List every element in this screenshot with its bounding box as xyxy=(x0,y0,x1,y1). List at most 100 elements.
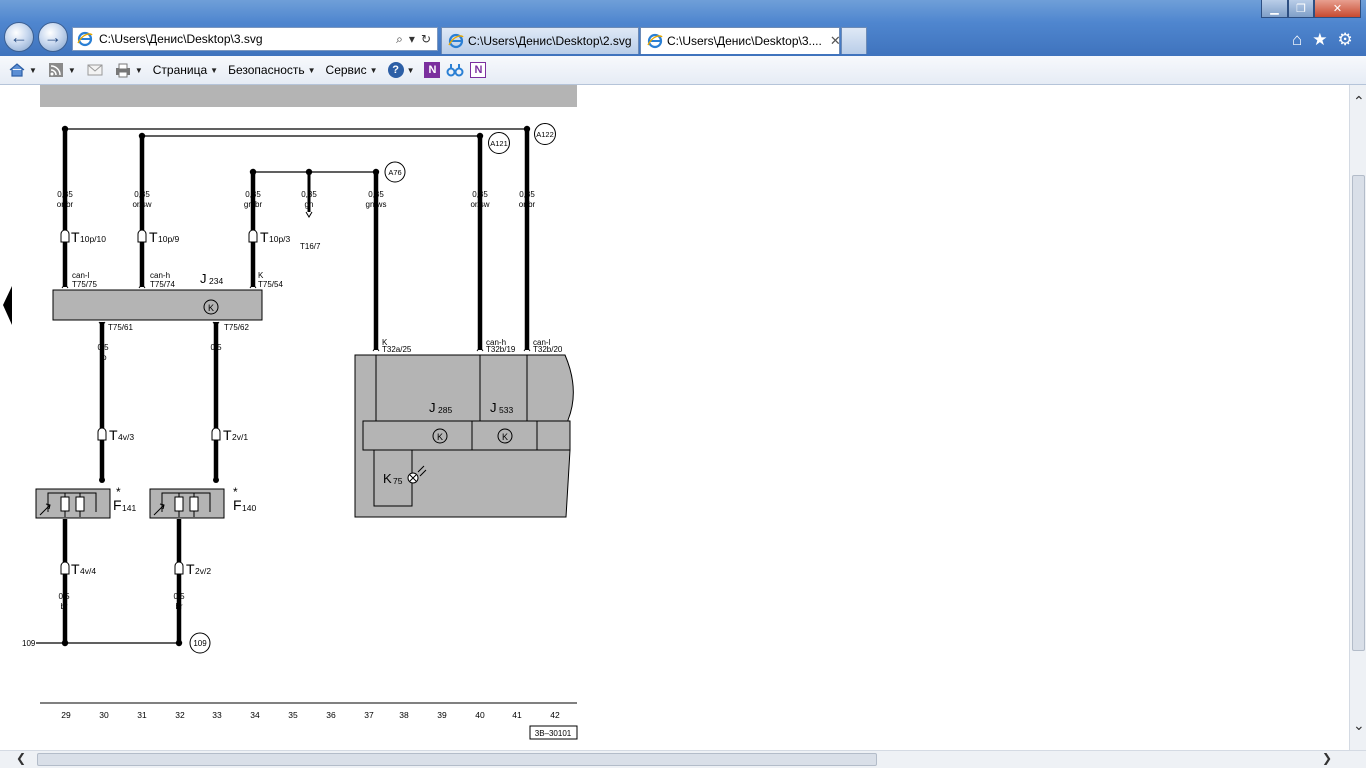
dropdown-icon: ▼ xyxy=(307,65,316,75)
ref-label: 109 xyxy=(193,639,207,648)
ie-icon xyxy=(448,33,464,49)
tab-2-svg[interactable]: C:\Users\Денис\Desktop\2.svg xyxy=(441,27,639,54)
onenote-button[interactable]: N xyxy=(424,62,441,78)
svg-text:3B–30101: 3B–30101 xyxy=(535,729,572,738)
forward-button[interactable]: → xyxy=(38,22,68,52)
wire-color: li xyxy=(214,353,218,362)
diagram-top-bar xyxy=(40,85,577,107)
help-menu[interactable]: ? ▼ xyxy=(387,62,415,78)
close-icon: ✕ xyxy=(1332,3,1343,15)
onenote-send-button[interactable]: N xyxy=(470,62,487,78)
connector-t: T xyxy=(260,229,269,245)
scroll-up-icon[interactable]: ⌃ xyxy=(1353,93,1365,110)
connector-t: T xyxy=(71,229,80,245)
svg-text:39: 39 xyxy=(437,710,447,720)
svg-text:31: 31 xyxy=(137,710,147,720)
wire-color: ro xyxy=(99,353,107,362)
svg-text:75: 75 xyxy=(393,476,403,486)
refresh-icon[interactable]: ↻ xyxy=(421,32,431,47)
t16-label: T16/7 xyxy=(300,242,321,251)
svg-text:T75/61: T75/61 xyxy=(108,323,133,332)
k-symbol: K xyxy=(437,432,443,442)
dropdown-icon: ▼ xyxy=(406,65,415,75)
mail-menu[interactable] xyxy=(86,61,104,79)
ie-icon xyxy=(77,31,93,47)
wire-size: 0,5 xyxy=(210,343,222,352)
wire-size: 0,35 xyxy=(301,190,317,199)
wire-size: 0,35 xyxy=(368,190,384,199)
svg-text:J: J xyxy=(200,271,207,286)
dropdown-icon[interactable]: ▾ xyxy=(409,32,415,47)
safety-menu[interactable]: Безопасность ▼ xyxy=(228,63,315,77)
onenote-icon: N xyxy=(424,62,441,78)
wire-color: or/br xyxy=(519,200,536,209)
gear-icon[interactable]: ⚙ xyxy=(1338,30,1353,50)
minimize-button[interactable]: ▁ xyxy=(1261,0,1288,18)
home-icon[interactable]: ⌂ xyxy=(1292,30,1302,50)
k-symbol: K xyxy=(502,432,508,442)
horizontal-scrollbar[interactable]: ❮ ❯ xyxy=(0,750,1366,768)
address-bar[interactable]: C:\Users\Денис\Desktop\3.svg ⌕ ▾ ↻ xyxy=(72,27,438,51)
svg-text:T32a/25: T32a/25 xyxy=(382,345,412,354)
scroll-left-icon[interactable]: ❮ xyxy=(16,751,26,765)
safety-menu-label: Безопасность xyxy=(228,63,305,77)
svg-text:T32b/20: T32b/20 xyxy=(533,345,563,354)
research-button[interactable] xyxy=(446,61,464,79)
vertical-scroll-thumb[interactable] xyxy=(1352,175,1365,651)
page-menu[interactable]: Страница ▼ xyxy=(153,63,218,77)
address-text[interactable]: C:\Users\Денис\Desktop\3.svg xyxy=(99,32,396,46)
dropdown-icon: ▼ xyxy=(29,65,37,75)
horizontal-scroll-thumb[interactable] xyxy=(37,753,877,766)
wire-size: 0,35 xyxy=(472,190,488,199)
binoculars-icon xyxy=(446,64,464,77)
back-button[interactable]: ← xyxy=(4,22,34,52)
dropdown-icon: ▼ xyxy=(210,65,219,75)
vertical-scrollbar[interactable]: ⌃ ⌄ xyxy=(1349,85,1366,750)
ie-icon xyxy=(647,33,663,49)
favorites-star-icon[interactable]: ★ xyxy=(1312,30,1327,50)
scroll-right-icon[interactable]: ❯ xyxy=(1322,751,1332,765)
tab-3-svg[interactable]: C:\Users\Денис\Desktop\3.... ✕ xyxy=(640,27,840,54)
tab-label: C:\Users\Денис\Desktop\3.... xyxy=(667,34,822,48)
service-menu[interactable]: Сервис ▼ xyxy=(326,63,378,77)
connector-t: T xyxy=(186,561,195,577)
connector-labels: T 10p/10 T 10p/9 T 10p/3 T 4v/3 T 2v/1 T… xyxy=(71,229,321,577)
wire-color: or/br xyxy=(57,200,74,209)
ref-label: A76 xyxy=(388,168,401,177)
svg-text:36: 36 xyxy=(326,710,336,720)
wire-color: gn/ws xyxy=(366,200,387,209)
k-symbol: K xyxy=(208,303,214,313)
maximize-button[interactable]: ❐ xyxy=(1288,0,1314,18)
sensor-f141: F 141 * xyxy=(35,485,136,519)
scroll-down-icon[interactable]: ⌄ xyxy=(1353,717,1365,734)
svg-text:41: 41 xyxy=(512,710,522,720)
wire-size: 0,5 xyxy=(97,343,109,352)
svg-text:285: 285 xyxy=(438,405,452,415)
svg-text:T32b/19: T32b/19 xyxy=(486,345,516,354)
print-menu[interactable]: ▼ xyxy=(114,61,143,79)
circled-reference-a122: A122 xyxy=(534,123,556,145)
new-tab-button[interactable] xyxy=(841,27,867,54)
command-bar: ▼ ▼ ▼ Страница ▼ Безопасность ▼ Сервис ▼… xyxy=(0,56,1366,85)
ground-label: 109 xyxy=(22,639,36,648)
wire-color: or/sw xyxy=(132,200,151,209)
connector-t: T xyxy=(223,427,232,443)
svg-text:can-l: can-l xyxy=(72,271,90,280)
column-numbers: 29 30 31 32 33 34 35 36 37 38 39 40 41 4… xyxy=(61,710,560,720)
svg-text:J: J xyxy=(429,400,436,415)
close-window-button[interactable]: ✕ xyxy=(1314,0,1361,18)
wire-color: br xyxy=(175,602,182,611)
feeds-menu[interactable]: ▼ xyxy=(47,61,76,79)
control-units-j285-j533: J 285 J 533 K K K 75 xyxy=(354,354,574,518)
wire-size: 0,5 xyxy=(58,592,70,601)
help-icon: ? xyxy=(387,62,404,78)
home-menu[interactable]: ▼ xyxy=(8,61,37,79)
close-tab-icon[interactable]: ✕ xyxy=(830,33,839,49)
diagram-id-box: 3B–30101 xyxy=(529,725,578,740)
dropdown-icon: ▼ xyxy=(67,65,76,75)
left-panel-toggle[interactable] xyxy=(3,286,12,325)
svg-text:32: 32 xyxy=(175,710,185,720)
search-icon[interactable]: ⌕ xyxy=(396,32,403,47)
maximize-icon: ❐ xyxy=(1296,3,1306,15)
dropdown-icon: ▼ xyxy=(369,65,378,75)
